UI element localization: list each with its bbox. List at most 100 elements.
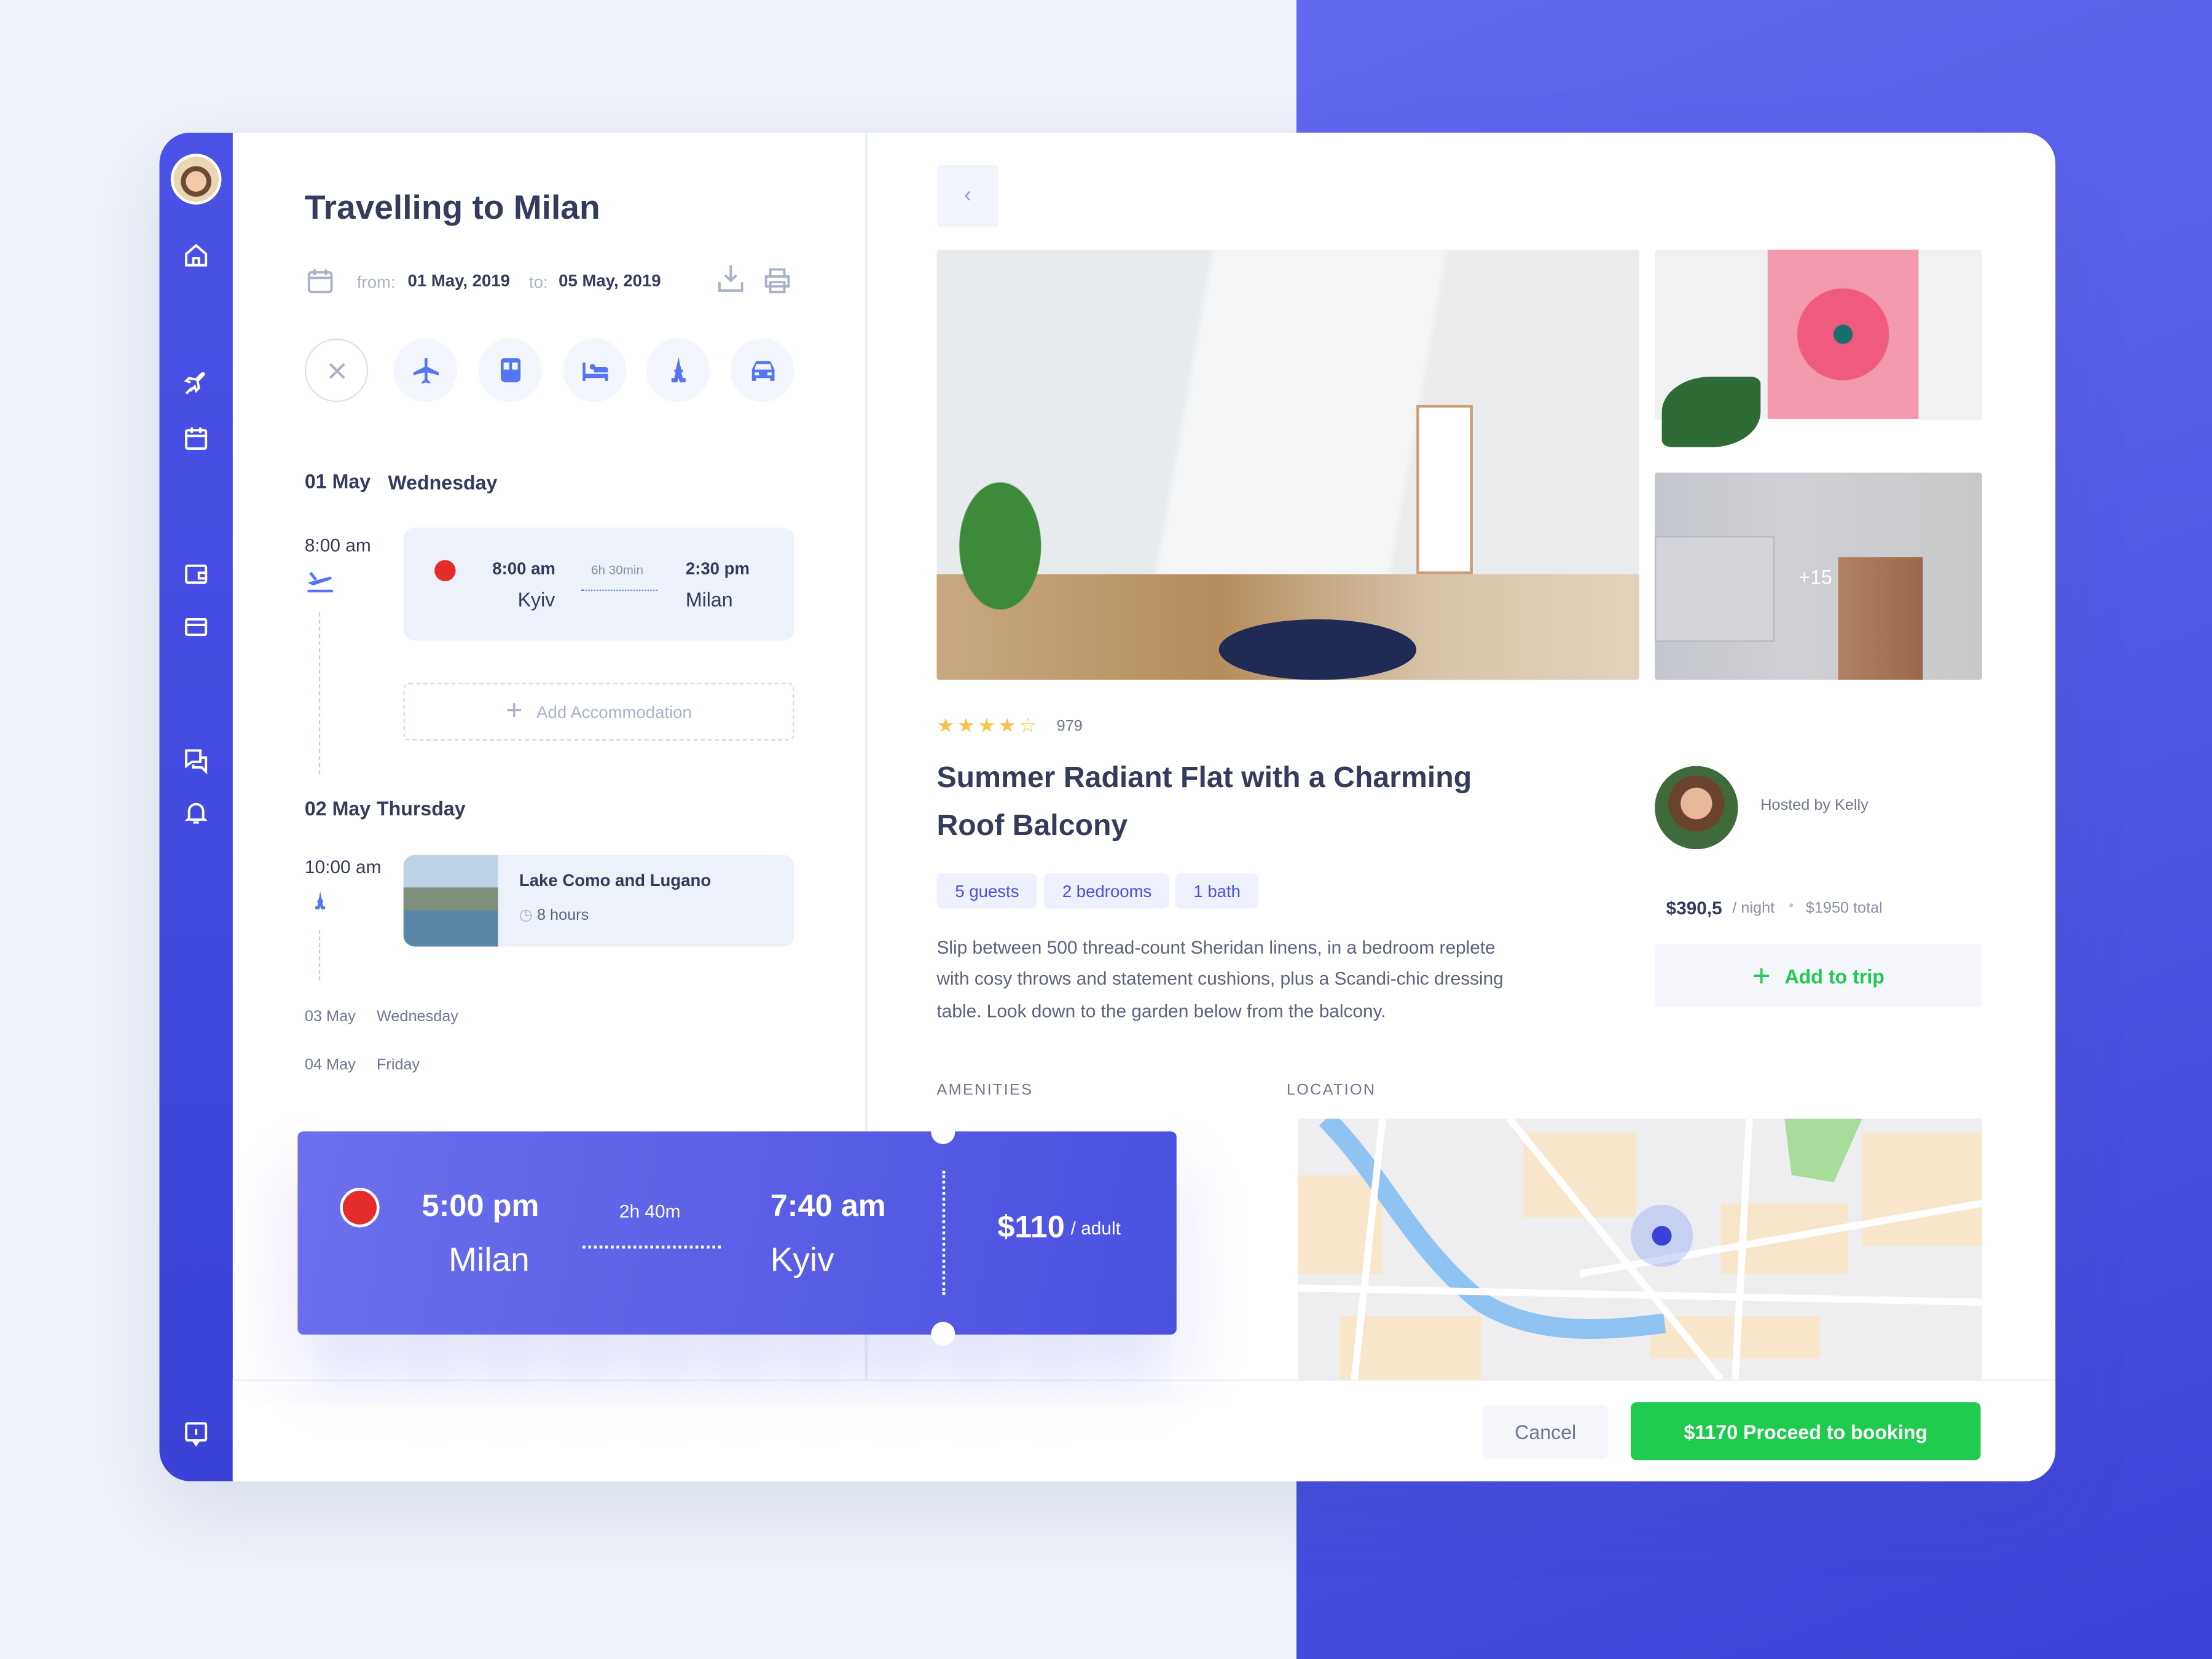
star-icon: ☆ [1019,713,1040,737]
close-icon [328,362,345,378]
destination-city: Kyiv [770,1241,834,1280]
day-date: 01 May [304,469,371,493]
excursion-time-label: 10:00 am [304,856,382,878]
page-title: Travelling to Milan [304,189,600,227]
tower-icon [315,892,326,909]
guests-chip: 5 guests [936,873,1038,909]
arrive-time: 2:30 pm [685,559,750,579]
chat-icon[interactable] [182,747,210,775]
from-label: from: [356,272,396,292]
to-date[interactable]: 05 May, 2019 [559,271,661,291]
filter-flight-button[interactable] [393,339,457,402]
day-weekday: Friday [377,1056,420,1074]
bell-icon[interactable] [182,798,210,826]
back-button[interactable]: ‹ [936,165,999,227]
location-pin [1652,1226,1672,1246]
amenities-heading: AMENITIES [936,1081,1033,1099]
total-price: $1950 total [1805,900,1883,917]
day-weekday: Wednesday [377,1008,458,1026]
filter-car-button[interactable] [731,339,794,402]
card-icon[interactable] [182,612,210,640]
star-icon: ★ [998,713,1019,737]
excursion-title: Lake Como and Lugano [519,870,712,890]
plus-icon: + [1752,957,1771,993]
location-heading: LOCATION [1286,1081,1376,1099]
depart-time: 5:00 pm [422,1188,539,1223]
takeoff-icon [307,571,333,593]
origin-city: Milan [449,1241,530,1280]
airline-logo-icon [340,1188,380,1228]
description-line: table. Look down to the garden below fro… [936,1000,1386,1022]
host-avatar[interactable] [1655,766,1738,850]
clock-icon: ◷ [519,907,537,924]
listing-photo-2[interactable] [1655,249,1982,456]
chevron-left-icon: ‹ [963,183,972,208]
listing-title: Summer Radiant Flat with a Charming [936,761,1472,794]
ticket-price: $110 [997,1209,1065,1245]
calendar-icon[interactable] [182,425,210,453]
listing-title: Roof Balcony [936,809,1128,842]
per-adult-label: / adult [1070,1217,1121,1239]
info-icon[interactable] [182,1419,210,1448]
duration-text: 8 hours [536,907,589,924]
to-label: to: [528,272,548,292]
depart-time: 8:00 am [492,559,555,579]
flight-card[interactable]: 8:00 am Kyiv 6h 30min 2:30 pm Milan [403,527,794,641]
sidebar [159,132,233,1481]
bedrooms-chip: 2 bedrooms [1043,873,1171,909]
location-map[interactable] [1298,1118,1982,1380]
host-name[interactable]: Hosted by Kelly [1760,797,1868,814]
day-date[interactable]: 03 May [305,1009,356,1026]
excursion-duration: ◷ 8 hours [519,906,589,924]
flight-time-label: 8:00 am [304,535,371,556]
star-icon: ★ [978,713,998,737]
print-icon[interactable] [763,267,791,295]
car-icon [751,360,774,380]
wallet-icon[interactable] [182,559,210,587]
add-accommodation-button[interactable]: + Add Accommodation [403,683,794,741]
day-weekday: Wednesday [388,471,498,494]
timeline-line [318,612,321,775]
add-to-trip-label: Add to trip [1784,964,1885,987]
return-ticket-card[interactable]: 5:00 pm Milan 2h 40m 7:40 am Kyiv $110 /… [297,1120,1177,1346]
plus-icon: + [506,695,523,727]
bath-chip: 1 bath [1175,873,1259,909]
excursion-card[interactable]: Lake Como and Lugano ◷ 8 hours [403,855,794,947]
filter-train-button[interactable] [478,339,542,402]
filter-hotel-button[interactable] [563,339,627,402]
avatar[interactable] [170,154,222,205]
route-line [582,1245,721,1249]
add-accommodation-label: Add Accommodation [536,702,692,722]
star-icon: ★ [936,713,957,737]
cancel-button[interactable]: Cancel [1483,1405,1609,1459]
calendar-icon[interactable] [306,267,334,295]
download-icon[interactable] [716,264,745,295]
route-line [581,589,657,591]
tower-icon [670,356,685,382]
timeline-line [318,930,321,981]
nightly-price: $390,5 [1666,897,1722,919]
excursion-photo [403,855,498,947]
more-photos-count: +15 [1798,565,1832,589]
listing-photo-3[interactable]: +15 [1655,473,1982,680]
destination-city: Milan [685,588,733,611]
home-icon[interactable] [182,241,210,270]
description-line: with cosy throws and statement cushions,… [936,968,1504,989]
description-line: Slip between 500 thread-count Sheridan l… [936,936,1496,958]
plane-icon[interactable] [182,370,210,398]
proceed-to-booking-button[interactable]: $1170 Proceed to booking [1631,1402,1981,1461]
rating-stars: ★★★★☆ [936,714,1039,738]
star-icon: ★ [957,713,978,737]
filter-sights-button[interactable] [646,339,710,402]
origin-city: Kyiv [517,588,555,611]
from-date[interactable]: 01 May, 2019 [408,271,510,291]
airline-logo-icon [434,560,456,581]
review-count[interactable]: 979 [1057,718,1083,735]
add-to-trip-button[interactable]: + Add to trip [1655,943,1982,1008]
train-icon [500,358,520,382]
listing-photo-main[interactable] [936,249,1639,680]
duration: 2h 40m [619,1200,681,1222]
clear-filter-button[interactable] [304,339,369,402]
day-date[interactable]: 04 May [305,1057,356,1074]
day-date: 02 May [304,797,371,820]
